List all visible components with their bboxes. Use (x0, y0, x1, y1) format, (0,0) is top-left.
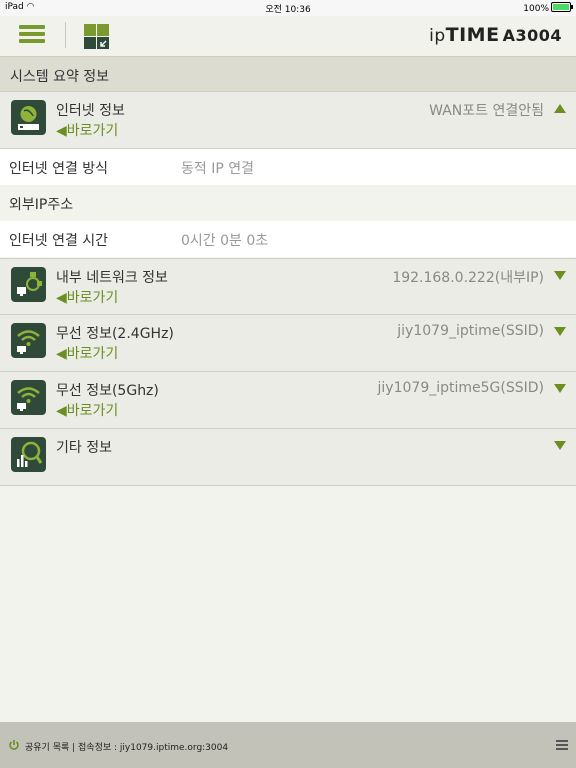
other-info-title: 기타 정보 (56, 440, 112, 456)
wireless-24-goto-link[interactable]: ◀바로가기 (56, 343, 118, 363)
wireless-24-ssid: jiy1079_iptime(SSID) (397, 323, 544, 339)
chevron-down-icon[interactable] (554, 271, 566, 280)
internet-info-title: 인터넷 정보 (56, 103, 125, 119)
list-menu-icon[interactable] (556, 740, 568, 750)
brand-logo: ipTIME A3004 (429, 24, 562, 46)
arrow-icon (100, 40, 107, 47)
wireless-5-row[interactable]: 무선 정보(5Ghz) ◀바로가기 jiy1079_iptime5G(SSID) (0, 372, 576, 429)
status-time: 오전 10:36 (265, 5, 311, 15)
internal-network-goto-link[interactable]: ◀바로가기 (56, 287, 118, 307)
detail-label: 인터넷 연결 방식 (9, 161, 109, 177)
section-header: 시스템 요약 정보 (0, 56, 576, 92)
wifi-icon (11, 380, 46, 415)
detail-label: 외부IP주소 (9, 197, 74, 213)
detail-value: 0시간 0분 0초 (181, 233, 269, 249)
dashboard-icon[interactable] (84, 24, 110, 50)
detail-row: 인터넷 연결 시간 0시간 0분 0초 (0, 221, 576, 257)
detail-label: 인터넷 연결 시간 (9, 233, 109, 249)
footer-bar: 공유기 목록 | 접속정보 : jiy1079.iptime.org:3004 (0, 722, 576, 768)
other-info-row[interactable]: 기타 정보 (0, 429, 576, 486)
battery-icon (551, 2, 573, 12)
brand-prefix: ip (429, 26, 446, 46)
wifi-icon (11, 323, 46, 358)
chevron-up-icon[interactable] (554, 104, 566, 113)
chevron-down-icon[interactable] (554, 327, 566, 336)
section-title: 시스템 요약 정보 (10, 69, 110, 85)
hamburger-icon-line (19, 39, 45, 43)
internet-globe-icon (11, 100, 46, 135)
search-chart-icon (11, 437, 46, 472)
internal-network-title: 내부 네트워크 정보 (56, 270, 168, 286)
wireless-5-ssid: jiy1079_iptime5G(SSID) (377, 380, 544, 396)
detail-value: 동적 IP 연결 (181, 161, 254, 177)
internal-ip-value: 192.168.0.222(내부IP) (392, 270, 544, 286)
network-icon (11, 267, 46, 302)
footer-info-text[interactable]: 공유기 목록 | 접속정보 : jiy1079.iptime.org:3004 (25, 740, 228, 753)
internet-goto-link[interactable]: ◀바로가기 (56, 120, 118, 140)
hamburger-icon-line (19, 32, 45, 36)
internet-wan-status: WAN포트 연결안됨 (429, 103, 544, 119)
wireless-5-goto-link[interactable]: ◀바로가기 (56, 400, 118, 420)
model-name: A3004 (502, 26, 562, 45)
power-icon[interactable] (8, 739, 20, 751)
brand-name: TIME (445, 24, 500, 46)
internal-network-row[interactable]: 내부 네트워크 정보 ◀바로가기 192.168.0.222(내부IP) (0, 258, 576, 315)
detail-row: 인터넷 연결 방식 동적 IP 연결 (0, 149, 576, 185)
menu-button[interactable] (19, 25, 45, 47)
status-bar: iPad ◠ 오전 10:36 100% (0, 0, 576, 16)
chevron-down-icon[interactable] (554, 441, 566, 450)
wireless-24-title: 무선 정보(2.4GHz) (56, 326, 174, 342)
header-divider (65, 22, 66, 48)
internet-info-row[interactable]: 인터넷 정보 ◀바로가기 WAN포트 연결안됨 (0, 92, 576, 149)
hamburger-icon-line (19, 25, 45, 29)
app-header: ipTIME A3004 (0, 16, 576, 56)
status-battery: 100% (523, 2, 573, 14)
wireless-5-title: 무선 정보(5Ghz) (56, 383, 159, 399)
chevron-down-icon[interactable] (554, 384, 566, 393)
wireless-24-row[interactable]: 무선 정보(2.4GHz) ◀바로가기 jiy1079_iptime(SSID) (0, 315, 576, 372)
detail-row: 외부IP주소 (0, 185, 576, 221)
